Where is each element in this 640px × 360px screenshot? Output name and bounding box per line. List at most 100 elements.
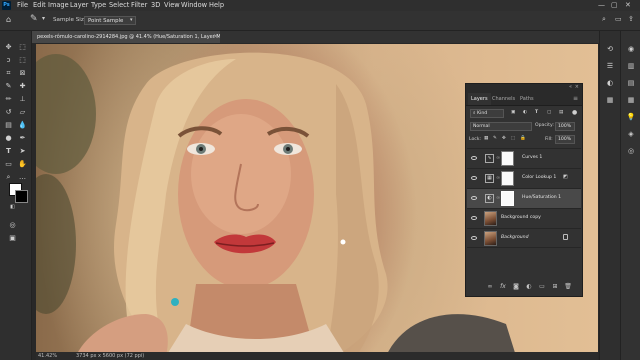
layer-row-hue-saturation[interactable]: ◐ ∞ Hue/Saturation 1 (467, 188, 581, 208)
layer-name[interactable]: Curves 1 (522, 155, 542, 160)
zoom-tool-icon[interactable]: ⌕ (4, 173, 13, 182)
fill-input[interactable]: 100% (555, 135, 575, 144)
new-layer-icon[interactable]: ⊞ (551, 283, 559, 291)
layer-mask-thumbnail[interactable] (501, 191, 514, 206)
share-icon[interactable]: ⇪ (628, 15, 634, 23)
menu-view[interactable]: View (164, 0, 180, 11)
path-selection-icon[interactable]: ➤ (18, 147, 27, 156)
close-tab-icon[interactable]: × (213, 31, 218, 43)
panel-menu-icon[interactable]: ≡ (573, 93, 578, 105)
menu-layer[interactable]: Layer (70, 0, 88, 11)
trash-icon[interactable]: 🗑 (564, 283, 572, 291)
tab-layers[interactable]: Layers (468, 93, 491, 105)
swatches-icon[interactable]: ▥ (626, 61, 636, 71)
tab-paths[interactable]: Paths (520, 93, 534, 105)
libraries-icon[interactable]: ▦ (605, 95, 615, 105)
link-icon[interactable]: ∞ (486, 283, 494, 291)
visibility-eye-icon[interactable] (471, 176, 477, 180)
layers-panel-icon[interactable]: ◈ (626, 129, 636, 139)
dodge-tool-icon[interactable]: ● (4, 134, 13, 143)
more-tools-icon[interactable]: … (18, 173, 27, 182)
blend-mode-select[interactable]: Normal (470, 122, 532, 131)
filter-type-icon[interactable]: T (535, 110, 538, 115)
visibility-eye-icon[interactable] (471, 236, 477, 240)
learn-icon[interactable]: 💡 (626, 112, 636, 122)
layer-row-background-copy[interactable]: Background copy (467, 208, 581, 228)
minimize-button[interactable]: — (598, 0, 605, 11)
blur-tool-icon[interactable]: 💧 (18, 121, 27, 130)
stamp-tool-icon[interactable]: ⊥ (18, 95, 27, 104)
color-icon[interactable]: ◉ (626, 44, 636, 54)
layer-mask-thumbnail[interactable] (501, 151, 514, 166)
filter-smart-object-icon[interactable]: ▤ (559, 110, 563, 115)
adjustments-icon[interactable]: ◐ (605, 78, 615, 88)
artboard-tool-icon[interactable]: ⬚ (18, 43, 27, 52)
crop-tool-icon[interactable]: ⌗ (4, 69, 13, 78)
eyedropper-icon[interactable]: ✎ (30, 14, 38, 24)
layer-row-color-lookup[interactable]: ▦ ∞ Color Lookup 1 ◩ (467, 168, 581, 188)
document-info[interactable]: 3734 px x 5600 px (72 ppi) (76, 352, 144, 360)
zoom-level[interactable]: 41.42% (38, 352, 57, 360)
lock-all-icon[interactable]: 🔒 (520, 136, 526, 141)
menu-select[interactable]: Select (109, 0, 129, 11)
type-tool-icon[interactable]: T (4, 147, 13, 156)
menu-window[interactable]: Window (181, 0, 207, 11)
lock-transparent-icon[interactable]: ▦ (484, 136, 488, 141)
visibility-eye-icon[interactable] (471, 196, 477, 200)
menu-3d[interactable]: 3D (151, 0, 160, 11)
filter-adjustment-icon[interactable]: ◐ (523, 110, 527, 115)
lock-icon[interactable] (563, 234, 568, 240)
history-brush-icon[interactable]: ↺ (4, 108, 13, 117)
opacity-input[interactable]: 100% (555, 122, 575, 131)
menu-filter[interactable]: Filter (131, 0, 147, 11)
visibility-eye-icon[interactable] (471, 156, 477, 160)
hand-tool-icon[interactable]: ✋ (18, 160, 27, 169)
menu-edit[interactable]: Edit (33, 0, 46, 11)
rectangle-tool-icon[interactable]: ▭ (4, 160, 13, 169)
move-tool-icon[interactable]: ✥ (4, 43, 13, 52)
history-icon[interactable]: ⟲ (605, 44, 615, 54)
menu-help[interactable]: Help (209, 0, 224, 11)
default-colors-icon[interactable]: ◧ (8, 203, 17, 212)
layer-mask-thumbnail[interactable] (501, 171, 514, 186)
pen-tool-icon[interactable]: ✒ (18, 134, 27, 143)
filter-shape-icon[interactable]: ▢ (547, 110, 551, 115)
screen-mode-icon[interactable]: ▣ (8, 234, 17, 243)
menu-file[interactable]: File (17, 0, 28, 11)
lock-image-icon[interactable]: ✎ (493, 136, 497, 141)
panel-header[interactable]: « × (466, 84, 582, 93)
layer-row-curves[interactable]: ∿ ∞ Curves 1 (467, 148, 581, 168)
patterns-icon[interactable]: ▦ (626, 95, 636, 105)
document-tab[interactable]: pexels-rômulo-carolino-2914284.jpg @ 41.… (32, 31, 220, 43)
lock-artboard-icon[interactable]: ⬚ (511, 136, 515, 141)
gradients-icon[interactable]: ▤ (626, 78, 636, 88)
layer-name[interactable]: Background (501, 235, 529, 240)
mask-icon[interactable]: ◙ (512, 283, 520, 291)
layer-name[interactable]: Background copy (501, 215, 541, 220)
eraser-tool-icon[interactable]: ▱ (18, 108, 27, 117)
sample-size-select[interactable]: Point Sample (84, 16, 136, 25)
fx-icon[interactable]: fx (499, 283, 507, 291)
menu-image[interactable]: Image (48, 0, 69, 11)
eyedropper-tool-icon[interactable]: ✎ (4, 82, 13, 91)
layer-name[interactable]: Hue/Saturation 1 (522, 195, 561, 200)
filter-pixel-icon[interactable]: ▣ (511, 110, 515, 115)
adjustment-icon[interactable]: ◐ (525, 283, 533, 291)
background-color-swatch[interactable] (15, 190, 28, 203)
layer-row-background[interactable]: Background (467, 228, 581, 248)
lasso-tool-icon[interactable]: ↄ (4, 56, 13, 65)
menu-type[interactable]: Type (91, 0, 106, 11)
brush-tool-icon[interactable]: ✏ (4, 95, 13, 104)
healing-brush-icon[interactable]: ✚ (18, 82, 27, 91)
group-icon[interactable]: ▭ (538, 283, 546, 291)
filter-kind-select[interactable]: ⌕ Kind (470, 109, 504, 118)
close-button[interactable]: ✕ (625, 0, 631, 11)
layer-name[interactable]: Color Lookup 1 (522, 175, 556, 180)
tab-channels[interactable]: Channels (492, 93, 515, 105)
quick-mask-icon[interactable]: ◎ (8, 221, 17, 230)
filter-toggle-icon[interactable]: ● (572, 109, 577, 116)
lock-position-icon[interactable]: ✥ (502, 136, 506, 141)
panel-close-icon[interactable]: × (575, 84, 579, 90)
properties-icon[interactable]: ☰ (605, 61, 615, 71)
home-icon[interactable]: ⌂ (6, 15, 11, 24)
